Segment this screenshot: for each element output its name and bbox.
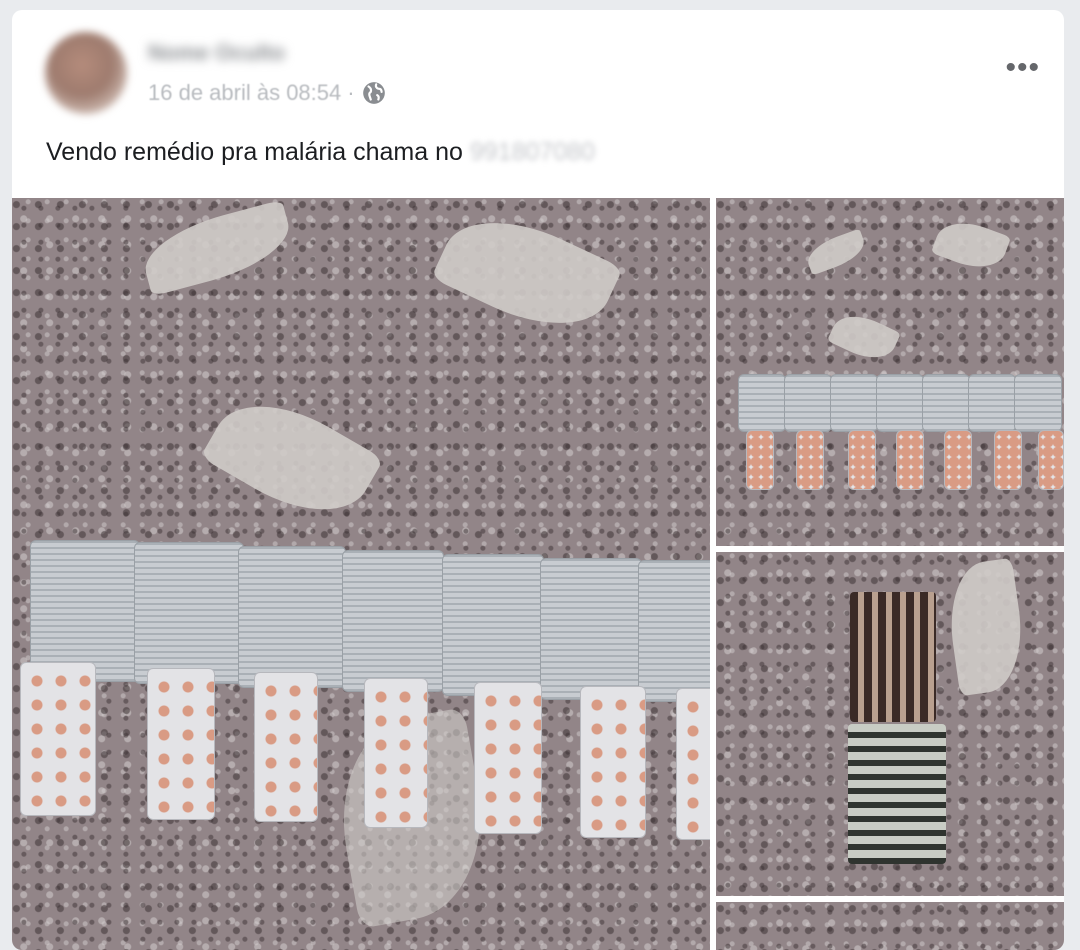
pill-strip-back [134, 542, 244, 684]
pill-strip-front [474, 682, 542, 834]
fabric-leaf [826, 306, 902, 368]
pill-strip-back [442, 554, 544, 696]
pill-strip-back [968, 374, 1016, 432]
pill-strip-back [540, 558, 642, 700]
photo-middle-right[interactable] [716, 552, 1064, 896]
photo-top-right[interactable] [716, 198, 1064, 546]
fabric-leaf [136, 199, 298, 297]
pill-strip-back [876, 374, 924, 432]
post-meta: 16 de abril às 08:54 · [148, 80, 387, 106]
post-text-main: Vendo remédio pra malária chama no [46, 138, 470, 166]
pill-strip-front [254, 672, 318, 822]
globe-icon[interactable] [361, 80, 387, 106]
photo-main[interactable] [12, 198, 710, 950]
pill-strip-front [994, 430, 1022, 490]
fabric-leaf [803, 228, 869, 276]
pill-strip-back [1014, 374, 1062, 432]
pill-strip-front [364, 678, 428, 828]
fabric-leaf [930, 213, 1012, 277]
pill-strip-front [896, 430, 924, 490]
avatar[interactable] [45, 32, 127, 114]
pill-stack-light [848, 724, 946, 864]
pill-strip-back [342, 550, 444, 692]
post-text-phone: 991807080 [469, 138, 595, 166]
pill-strip-front [147, 668, 215, 820]
fabric-leaf [200, 379, 384, 537]
post-author[interactable]: Nome Oculto [148, 40, 285, 66]
more-options-icon[interactable]: ••• [1005, 53, 1040, 83]
pill-strip-front [796, 430, 824, 490]
pill-strip-back [638, 560, 710, 702]
fabric-leaf [430, 198, 624, 350]
post-date[interactable]: 16 de abril às 08:54 [148, 80, 341, 106]
photo-bottom-right[interactable] [716, 902, 1064, 950]
pill-strip-back [30, 540, 140, 682]
post-card: Nome Oculto 16 de abril às 08:54 · ••• V… [12, 10, 1064, 950]
pill-strip-front [746, 430, 774, 490]
pill-strip-front [580, 686, 646, 838]
pill-strip-back [238, 546, 346, 688]
pill-strip-front [944, 430, 972, 490]
pill-strip-front [848, 430, 876, 490]
pill-strip-back [784, 374, 832, 432]
pill-strip-back [922, 374, 970, 432]
pill-strip-front [676, 688, 710, 840]
pill-strip-front [20, 662, 96, 816]
meta-separator: · [347, 80, 355, 105]
pill-stack-dark [850, 592, 936, 722]
pill-strip-back [830, 374, 878, 432]
pill-strip-back [738, 374, 786, 432]
post-text: Vendo remédio pra malária chama no 99180… [46, 138, 595, 167]
fabric-leaf [942, 557, 1030, 697]
pill-strip-front [1038, 430, 1064, 490]
